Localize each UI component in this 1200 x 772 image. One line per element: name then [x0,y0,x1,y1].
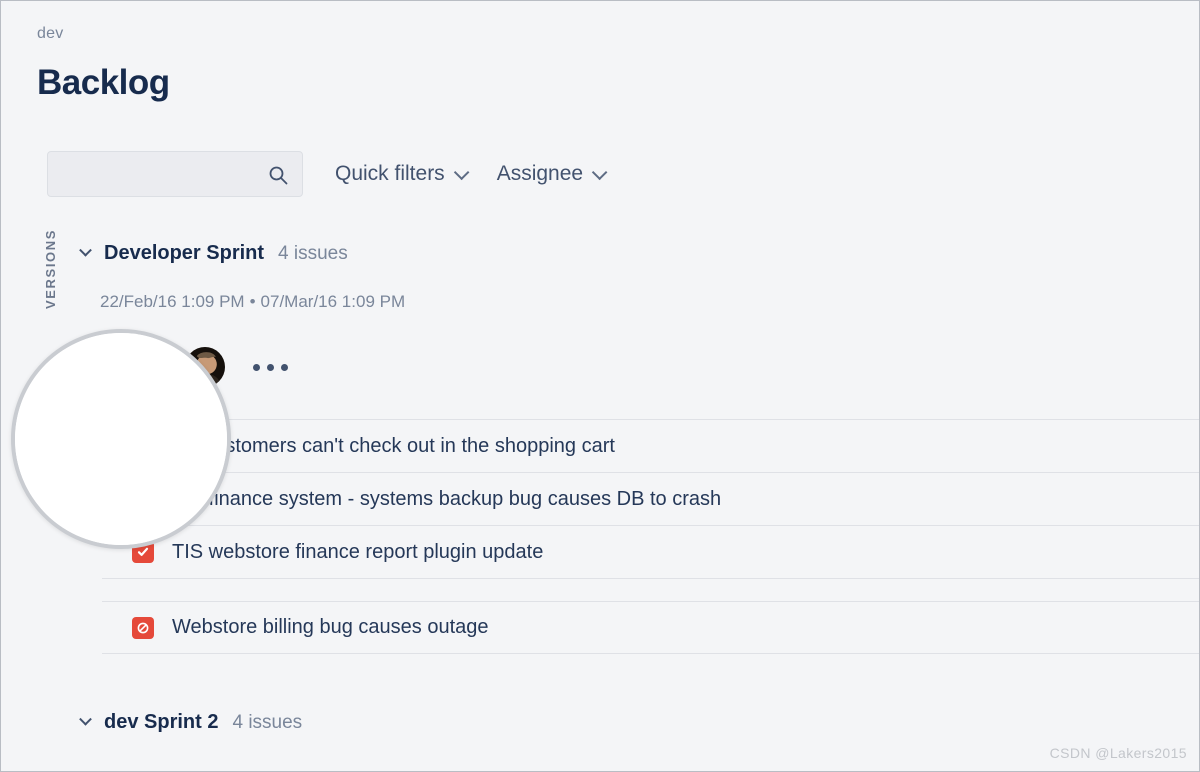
sprint-issue-count: 4 issues [278,243,348,265]
issue-list: My customers can't check out in the shop… [102,419,1199,654]
quick-filters-label: Quick filters [335,162,445,186]
list-spacer [102,579,1199,601]
chevron-down-icon [592,165,608,181]
backlog-screen: dev Backlog Quick filters Assignee VERSI… [0,0,1200,772]
sprint-name: Developer Sprint [104,242,264,265]
quick-filters-dropdown[interactable]: Quick filters [335,162,465,186]
sprint-end-date: 07/Mar/16 1:09 PM [261,292,406,311]
issue-title: My customers can't check out in the shop… [172,435,615,458]
issue-title: Webstore billing bug causes outage [172,616,489,639]
sprint-dates: 22/Feb/16 1:09 PM•07/Mar/16 1:09 PM [100,292,405,312]
search-box[interactable] [47,151,303,197]
sprint2-name: dev Sprint 2 [104,711,218,734]
magnifier-backdrop [11,329,231,549]
sprint-more-actions-button[interactable] [253,364,288,371]
table-row[interactable]: Webstore billing bug causes outage [102,601,1199,654]
search-icon [268,165,288,185]
date-separator: • [245,292,261,311]
sprint-start-date: 22/Feb/16 1:09 PM [100,292,245,311]
dot [281,364,288,371]
assignee-label: Assignee [497,162,583,186]
chevron-down-icon [454,165,470,181]
sprint2-issue-count: 4 issues [232,712,302,734]
rail-versions[interactable]: VERSIONS [43,229,58,309]
table-row[interactable]: TIS webstore finance report plugin updat… [102,526,1199,579]
issue-title: TIS webstore finance report plugin updat… [172,541,543,564]
sprint2-header[interactable]: dev Sprint 2 4 issues [81,711,302,734]
filter-bar: Quick filters Assignee [47,151,603,197]
breadcrumb[interactable]: dev [37,25,63,43]
dot [267,364,274,371]
assignee-dropdown[interactable]: Assignee [497,162,603,186]
table-row[interactable]: My customers can't check out in the shop… [102,420,1199,473]
chevron-down-icon[interactable] [79,713,92,726]
chevron-down-icon[interactable] [79,244,92,257]
blocked-icon [132,617,154,639]
table-row[interactable]: TIS finance system - systems backup bug … [102,473,1199,526]
issue-title: TIS finance system - systems backup bug … [172,488,721,511]
magnifier-content: EPICS [11,329,231,549]
magnifier-lens: EPICS [11,329,231,549]
search-input[interactable] [48,153,253,195]
watermark: CSDN @Lakers2015 [1050,745,1187,761]
dot [253,364,260,371]
page-title: Backlog [37,63,170,103]
sprint-header[interactable]: Developer Sprint 4 issues [81,242,348,265]
